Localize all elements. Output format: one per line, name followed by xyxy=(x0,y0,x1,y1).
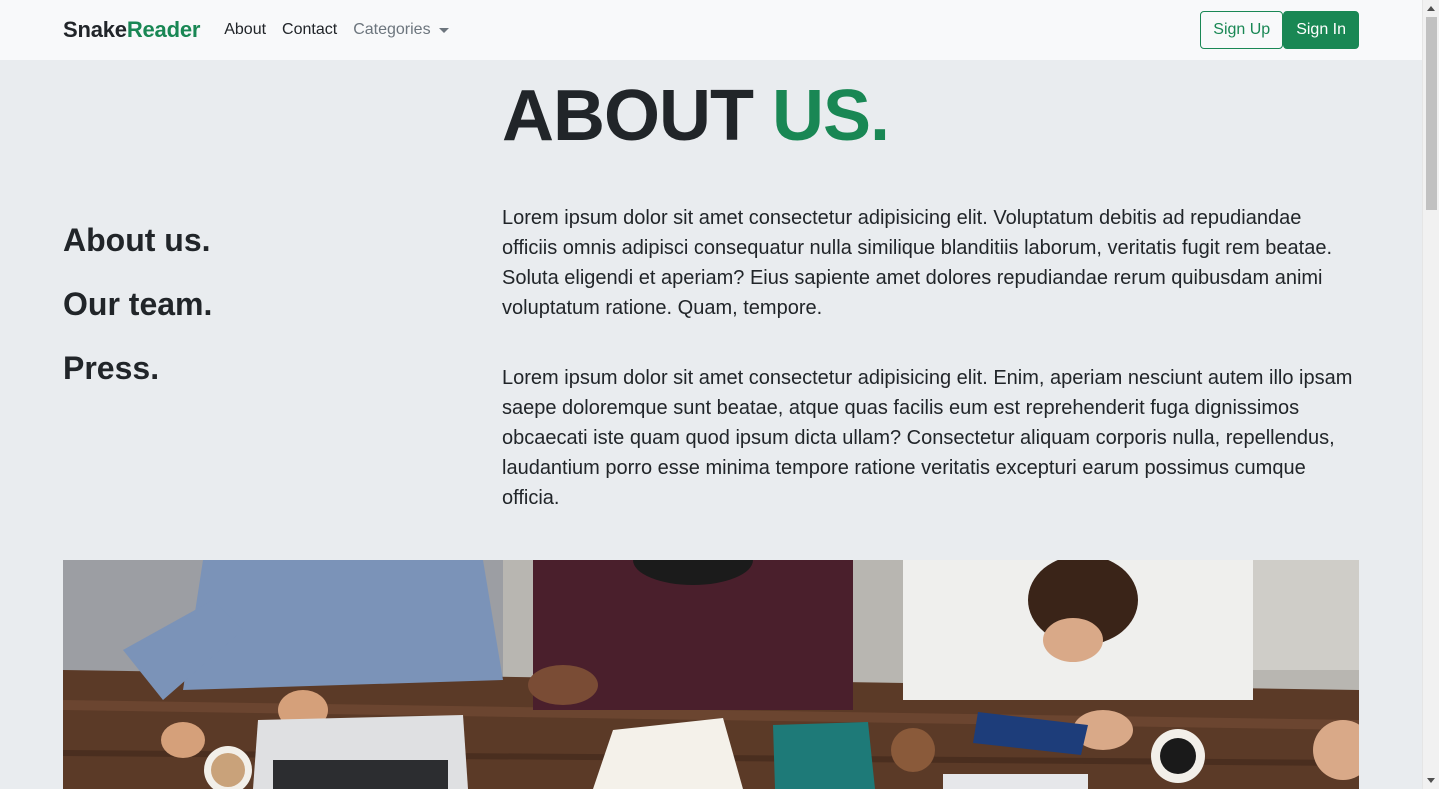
nav-link-about[interactable]: About xyxy=(224,21,266,39)
team-photo-illustration xyxy=(63,560,1359,789)
auth-buttons: Sign Up Sign In xyxy=(1200,11,1359,49)
side-item-our-team[interactable]: Our team. xyxy=(63,284,212,324)
paragraph-1: Lorem ipsum dolor sit amet consectetur a… xyxy=(502,207,1333,319)
navbar: SnakeReader About Contact Categories Sig… xyxy=(0,0,1422,60)
scroll-down-icon[interactable] xyxy=(1427,778,1435,783)
scroll-up-icon[interactable] xyxy=(1427,6,1435,11)
scroll-thumb[interactable] xyxy=(1426,17,1437,210)
page-title-part-1: ABOUT xyxy=(502,76,772,156)
side-menu: About us. Our team. Press. xyxy=(63,220,212,412)
vertical-scrollbar[interactable] xyxy=(1422,0,1439,789)
page-title-part-2: US. xyxy=(771,76,890,156)
nav-link-contact[interactable]: Contact xyxy=(282,21,337,39)
categories-dropdown[interactable]: Categories xyxy=(353,21,449,39)
side-item-about-us[interactable]: About us. xyxy=(63,220,212,260)
page: SnakeReader About Contact Categories Sig… xyxy=(0,0,1422,789)
chevron-down-icon xyxy=(438,27,449,33)
brand-part-1: Snake xyxy=(63,17,127,42)
about-content: Lorem ipsum dolor sit amet consectetur a… xyxy=(502,203,1362,553)
side-item-press[interactable]: Press. xyxy=(63,348,212,388)
brand-logo[interactable]: SnakeReader xyxy=(63,17,200,43)
brand-part-2: Reader xyxy=(126,17,201,42)
categories-label: Categories xyxy=(353,21,431,38)
paragraph-2: Lorem ipsum dolor sit amet consectetur a… xyxy=(502,367,1353,509)
page-title: ABOUT US. xyxy=(502,74,890,158)
sign-in-button[interactable]: Sign In xyxy=(1283,11,1359,49)
sign-up-button[interactable]: Sign Up xyxy=(1200,11,1284,49)
team-photo xyxy=(63,560,1359,789)
